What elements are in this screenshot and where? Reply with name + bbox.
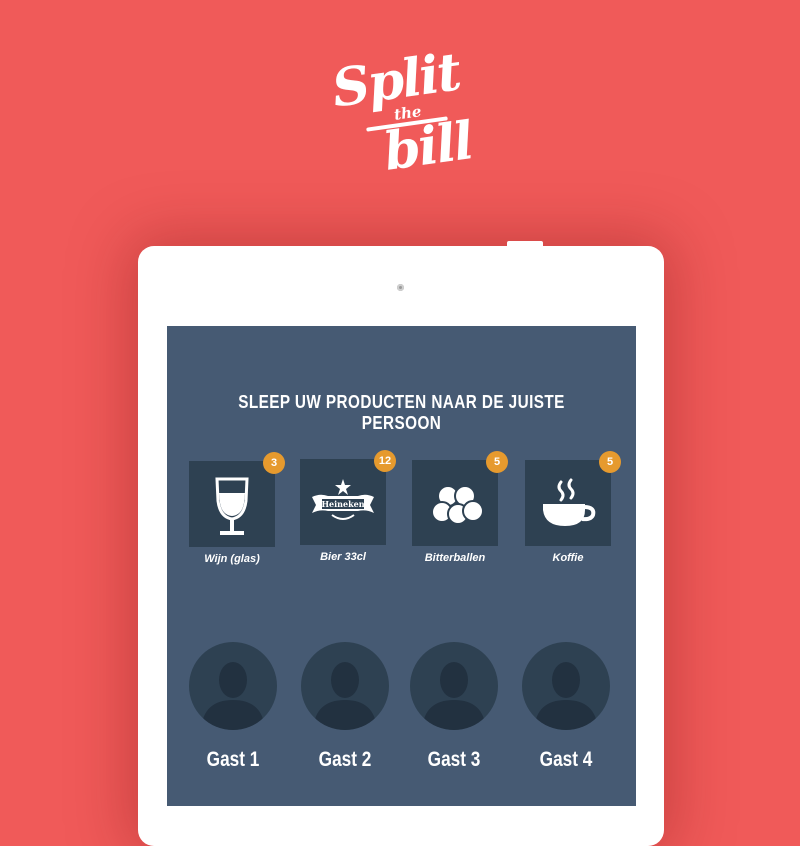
coffee-cup-icon: [543, 478, 596, 526]
product-item-bier[interactable]: Heineken 12 Bier 33cl: [300, 450, 396, 563]
guest-name: Gast 2: [318, 748, 372, 771]
product-item-bitterballen[interactable]: 5 Bitterballen: [412, 451, 508, 564]
person-silhouette-icon: [313, 662, 377, 730]
guest-drop-target-4[interactable]: Gast 4: [522, 642, 610, 772]
tablet-camera: [397, 284, 404, 291]
heineken-logo-icon: Heineken: [312, 479, 374, 520]
product-count-badge: 5: [486, 451, 508, 473]
guest-avatar[interactable]: [189, 642, 277, 730]
svg-text:Heineken: Heineken: [321, 499, 364, 509]
split-the-bill-logo: Split the bill: [328, 41, 478, 183]
person-silhouette-icon: [201, 662, 265, 730]
guest-name: Gast 1: [206, 748, 260, 771]
guest-avatar[interactable]: [301, 642, 389, 730]
product-item-koffie[interactable]: 5 Koffie: [525, 451, 621, 564]
product-tile[interactable]: Heineken 12: [300, 450, 396, 545]
guest-avatar[interactable]: [522, 642, 610, 730]
guest-name: Gast 4: [539, 748, 593, 771]
bitterballen-icon: [431, 485, 484, 525]
wine-glass-icon: [215, 477, 249, 535]
product-label: Koffie: [552, 552, 584, 564]
product-label: Bitterballen: [424, 552, 486, 564]
product-count-badge: 5: [599, 451, 621, 473]
product-tile[interactable]: 5: [412, 451, 508, 546]
guest-drop-target-1[interactable]: Gast 1: [189, 642, 277, 772]
product-label: Wijn (glas): [204, 553, 260, 565]
product-item-wijn[interactable]: 3 Wijn (glas): [189, 452, 285, 565]
product-count-badge: 3: [263, 452, 285, 474]
product-count-badge: 12: [374, 450, 396, 472]
guest-drop-target-2[interactable]: Gast 2: [301, 642, 389, 772]
logo-word-bill: bill: [380, 110, 476, 183]
app-screen: SLEEP UW PRODUCTEN NAAR DE JUISTE PERSOO…: [167, 326, 636, 806]
product-tile[interactable]: 5: [525, 451, 621, 546]
product-tile[interactable]: 3: [189, 452, 285, 547]
guest-name: Gast 3: [427, 748, 481, 771]
guest-avatar[interactable]: [410, 642, 498, 730]
person-silhouette-icon: [422, 662, 486, 730]
product-label: Bier 33cl: [320, 551, 366, 563]
instruction-heading: SLEEP UW PRODUCTEN NAAR DE JUISTE PERSOO…: [238, 392, 565, 433]
person-silhouette-icon: [534, 662, 598, 730]
guest-drop-target-3[interactable]: Gast 3: [410, 642, 498, 772]
